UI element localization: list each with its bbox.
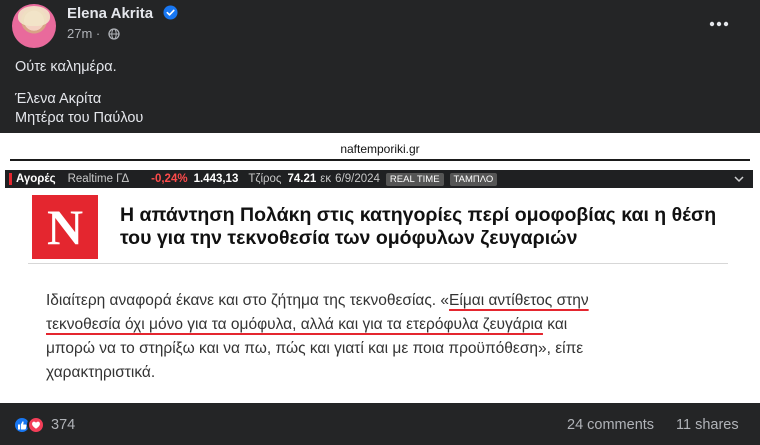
ticker-index: 1.443,13 [193, 173, 239, 185]
globe-icon [108, 28, 120, 40]
more-options-button[interactable] [705, 10, 733, 38]
meta-separator: · [95, 26, 101, 41]
reactions-summary[interactable]: 374 [13, 416, 75, 434]
article-line-1-text: Ιδιαίτερη αναφορά έκανε και στο ζήτημα τ… [46, 292, 450, 309]
site-bar: naftemporiki.gr [0, 133, 760, 161]
more-options-icon [709, 21, 729, 27]
ticker-turnover-label: Τζίρος [248, 173, 282, 185]
article-headline: Η απάντηση Πολάκη στις κατηγορίες περί ο… [120, 204, 717, 249]
author-name[interactable]: Elena Akrita [67, 5, 153, 22]
site-name: naftemporiki.gr [340, 142, 420, 156]
article-line-2-text: και [542, 316, 568, 333]
shared-article-image[interactable]: naftemporiki.gr Αγορές Realtime ΓΔ -0,24… [0, 133, 760, 403]
ticker-change: -0,24% [151, 173, 188, 185]
post-text-line-1: Ούτε καλημέρα. [15, 59, 117, 75]
article-divider [28, 263, 728, 264]
verified-badge-icon [163, 5, 178, 20]
post-text: Ούτε καλημέρα. Έλενα Ακρίτα Μητέρα του Π… [15, 58, 143, 128]
post-text-line-3: Μητέρα του Παύλου [15, 110, 144, 126]
site-divider [10, 159, 750, 161]
shares-count-link[interactable]: 11 shares [676, 417, 739, 433]
ticker-turnover-unit: εκ [320, 173, 332, 185]
naftemporiki-logo: N [32, 195, 98, 259]
article-line-3: μπορώ να το στηρίξω και να πω, πώς και γ… [46, 340, 584, 357]
post-footer: 374 24 comments 11 shares [0, 403, 760, 445]
article-line-1-underlined: Είμαι αντίθετος στην [449, 292, 589, 309]
ticker-turnover-value: 74.21 [287, 173, 317, 185]
author-avatar[interactable] [12, 4, 56, 48]
article-line-2: τεκνοθεσία όχι μόνο για τα ομόφυλα, αλλά… [46, 313, 736, 337]
post-header: Elena Akrita 27m · [0, 0, 760, 50]
article-line-1: Ιδιαίτερη αναφορά έκανε και στο ζήτημα τ… [46, 289, 736, 313]
post-text-line-2: Έλενα Ακρίτα [15, 91, 102, 107]
ticker-pill-realtime: REAL TIME [385, 172, 444, 186]
reaction-count: 374 [51, 417, 76, 433]
article-line-2-underlined: τεκνοθεσία όχι μόνο για τα ομόφυλα, αλλά… [46, 316, 543, 333]
comments-count-link[interactable]: 24 comments [567, 417, 654, 433]
headline-area: N Η απάντηση Πολάκη στις κατηγορίες περί… [0, 188, 760, 263]
ticker-brand: Αγορές [9, 173, 56, 185]
article-line-4: χαρακτηριστικά. [46, 364, 156, 381]
market-ticker: Αγορές Realtime ΓΔ -0,24% 1.443,13 Τζίρο… [5, 170, 753, 188]
post-time[interactable]: 27m [67, 26, 92, 41]
article-body: Ιδιαίτερη αναφορά έκανε και στο ζήτημα τ… [46, 289, 736, 385]
post-meta: 27m · [67, 26, 120, 41]
ticker-pill-tamplo: ΤΑΜΠΛΟ [449, 172, 498, 186]
ticker-realtime: Realtime ΓΔ [67, 173, 130, 185]
love-reaction-icon [27, 416, 45, 434]
author-name-row: Elena Akrita [67, 5, 178, 22]
chevron-down-icon [734, 176, 744, 183]
ticker-date: 6/9/2024 [335, 173, 380, 185]
